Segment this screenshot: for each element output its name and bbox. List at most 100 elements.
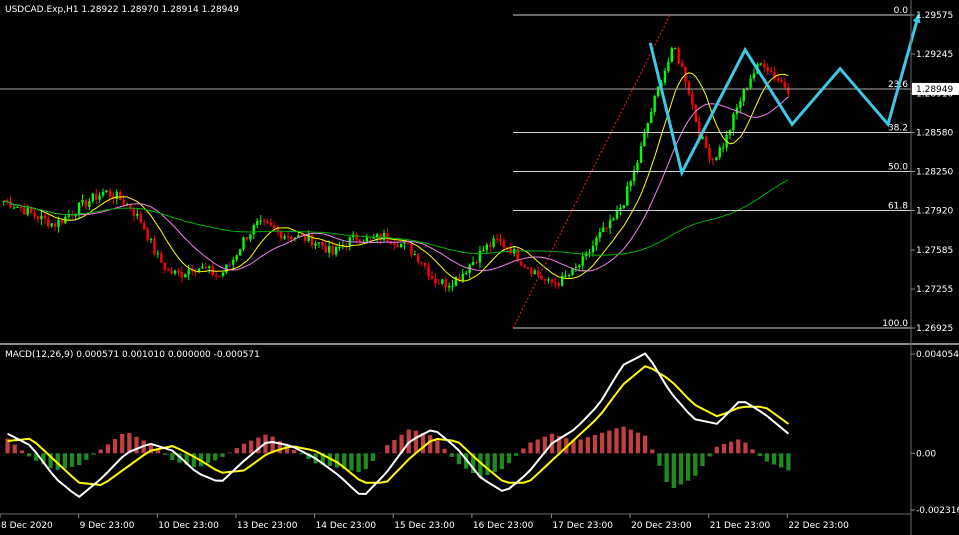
candle[interactable]: [482, 245, 485, 252]
candle[interactable]: [81, 194, 84, 207]
candle[interactable]: [142, 220, 146, 231]
candle[interactable]: [399, 243, 403, 249]
candle[interactable]: [574, 263, 578, 272]
candle[interactable]: [605, 226, 608, 233]
candle[interactable]: [643, 128, 646, 147]
candle[interactable]: [557, 280, 560, 289]
candle[interactable]: [509, 242, 512, 255]
macd-plot-area[interactable]: [5, 352, 791, 499]
candle[interactable]: [262, 218, 266, 226]
candle[interactable]: [375, 232, 379, 244]
candle[interactable]: [567, 273, 571, 279]
candle[interactable]: [77, 201, 81, 219]
candle[interactable]: [201, 262, 204, 269]
candle[interactable]: [427, 262, 430, 281]
candle[interactable]: [269, 218, 273, 227]
candle[interactable]: [708, 144, 711, 164]
candle[interactable]: [499, 234, 502, 246]
candle[interactable]: [252, 223, 256, 240]
candle[interactable]: [615, 205, 619, 221]
candle[interactable]: [444, 276, 447, 292]
candle[interactable]: [543, 278, 547, 285]
candle[interactable]: [434, 273, 437, 288]
candle[interactable]: [53, 222, 57, 232]
candle[interactable]: [386, 228, 389, 243]
candle[interactable]: [612, 217, 615, 221]
candle[interactable]: [136, 209, 139, 220]
candle[interactable]: [310, 234, 314, 249]
candle[interactable]: [728, 129, 732, 140]
candle[interactable]: [98, 192, 101, 203]
candle[interactable]: [214, 271, 218, 280]
price-plot-area[interactable]: 0.023.638.250.061.8100.0: [0, 6, 921, 329]
candle[interactable]: [787, 83, 790, 98]
candle[interactable]: [458, 273, 461, 283]
candle[interactable]: [471, 256, 475, 266]
candle[interactable]: [670, 46, 673, 63]
candle[interactable]: [256, 218, 259, 229]
candle[interactable]: [406, 242, 410, 245]
candle[interactable]: [595, 235, 598, 251]
candle[interactable]: [550, 278, 554, 287]
candle[interactable]: [533, 268, 536, 275]
candle[interactable]: [238, 248, 242, 257]
candle[interactable]: [341, 239, 345, 250]
candle[interactable]: [327, 240, 331, 258]
candle[interactable]: [530, 266, 533, 277]
candle[interactable]: [304, 235, 307, 244]
candle[interactable]: [280, 230, 283, 242]
candle[interactable]: [650, 107, 653, 124]
candle[interactable]: [286, 231, 290, 241]
candle[interactable]: [153, 235, 156, 256]
candle[interactable]: [769, 66, 773, 73]
candle[interactable]: [321, 239, 324, 251]
candle[interactable]: [393, 239, 396, 251]
candle[interactable]: [489, 241, 492, 252]
candle[interactable]: [290, 235, 293, 244]
candle[interactable]: [105, 189, 108, 193]
candle[interactable]: [317, 242, 321, 248]
candle[interactable]: [732, 112, 735, 136]
candle[interactable]: [591, 240, 595, 257]
candle[interactable]: [780, 76, 783, 84]
candle[interactable]: [382, 229, 386, 243]
candle[interactable]: [218, 275, 221, 278]
candle[interactable]: [324, 241, 327, 254]
candle[interactable]: [677, 45, 680, 65]
candle[interactable]: [526, 266, 530, 270]
candle[interactable]: [475, 260, 478, 265]
candle[interactable]: [588, 248, 591, 258]
candle[interactable]: [752, 68, 756, 82]
candle[interactable]: [581, 252, 584, 271]
candle[interactable]: [646, 122, 650, 138]
candle[interactable]: [95, 188, 98, 205]
candle[interactable]: [639, 142, 643, 164]
candle[interactable]: [739, 97, 742, 114]
candle[interactable]: [680, 59, 684, 68]
candle[interactable]: [180, 266, 184, 283]
candle[interactable]: [715, 156, 718, 162]
candle[interactable]: [184, 273, 187, 278]
candle[interactable]: [598, 227, 602, 242]
candle[interactable]: [245, 236, 249, 242]
candle[interactable]: [338, 241, 341, 252]
candle[interactable]: [146, 226, 149, 242]
candle[interactable]: [465, 270, 468, 276]
candle[interactable]: [602, 221, 605, 233]
candle[interactable]: [691, 90, 694, 111]
candle[interactable]: [410, 242, 413, 258]
candle[interactable]: [766, 63, 769, 76]
candle[interactable]: [495, 233, 499, 244]
candle[interactable]: [348, 236, 351, 251]
macd-main-line[interactable]: [7, 352, 790, 499]
candle[interactable]: [71, 210, 74, 221]
candle[interactable]: [417, 252, 420, 265]
candle[interactable]: [430, 270, 434, 281]
candle[interactable]: [632, 165, 636, 186]
candle[interactable]: [468, 263, 471, 279]
candle[interactable]: [166, 267, 170, 271]
candle[interactable]: [502, 237, 506, 251]
candle[interactable]: [447, 282, 451, 292]
candle[interactable]: [485, 242, 488, 255]
candle[interactable]: [221, 271, 225, 278]
